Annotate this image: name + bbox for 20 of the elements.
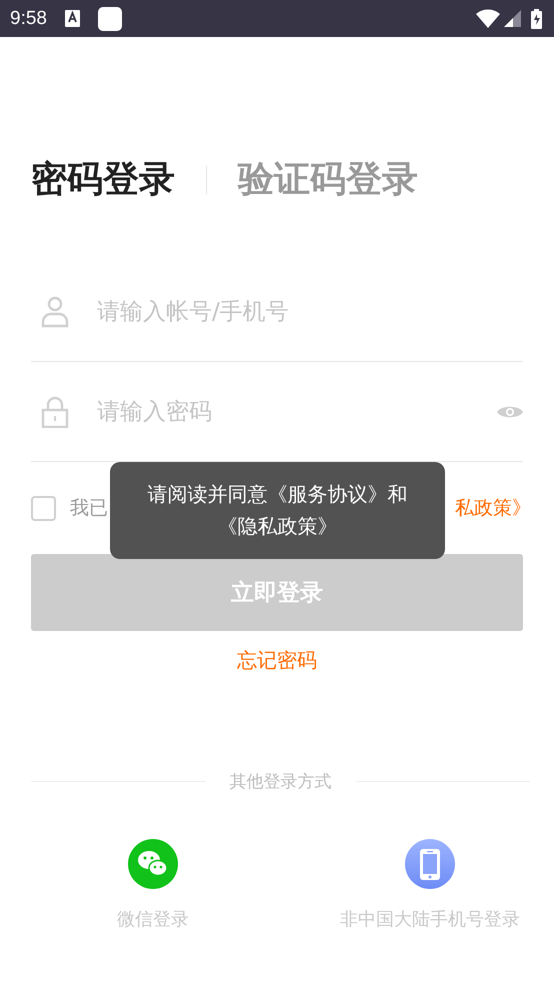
other-login-title: 其他登录方式 <box>230 771 332 793</box>
battery-icon <box>531 8 542 28</box>
privacy-policy-link[interactable]: 私政策》 <box>455 495 531 521</box>
login-tab[interactable]: 验证码登录 <box>238 155 418 204</box>
phone-icon[interactable] <box>405 839 455 889</box>
status-time: 9:58 <box>10 8 47 30</box>
lock-icon <box>41 396 69 428</box>
agreement-text: 我已 <box>70 496 108 521</box>
login-tab[interactable]: 密码登录 <box>31 155 175 204</box>
signal-icon <box>504 10 521 27</box>
agreement-checkbox[interactable] <box>31 496 56 520</box>
user-icon <box>41 296 69 328</box>
message-toast: 请阅读并同意《服务协议》和《隐私政策》 <box>110 462 445 559</box>
keyboard-notification-icon <box>64 10 80 27</box>
forgot-password-link[interactable]: 忘记密码 <box>237 647 317 674</box>
account-field[interactable]: 请输入帐号/手机号 <box>95 298 523 326</box>
chat-bubbles-icon[interactable] <box>128 839 178 889</box>
app-notification-icon <box>98 6 122 30</box>
wifi-icon <box>476 8 500 28</box>
password-field[interactable]: 请输入密码 <box>95 398 471 426</box>
